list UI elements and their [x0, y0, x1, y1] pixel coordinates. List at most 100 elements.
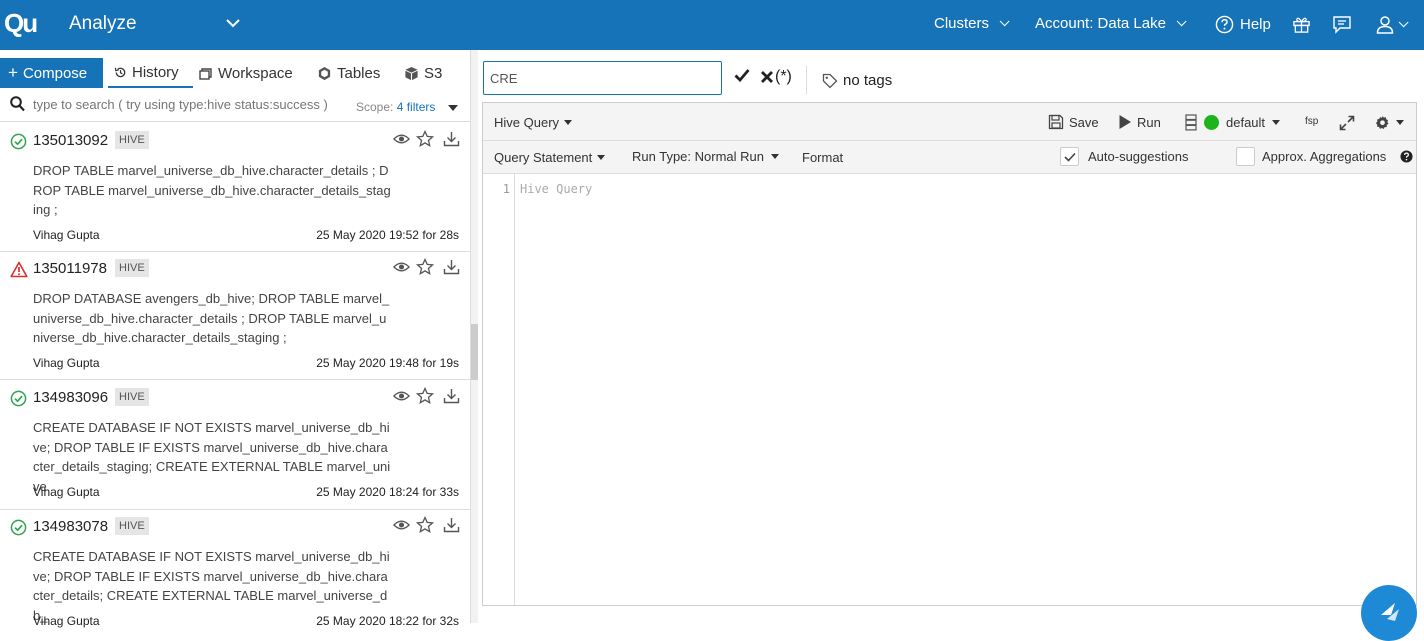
gear-icon — [1375, 115, 1389, 129]
tab-tables[interactable]: Tables — [317, 58, 380, 88]
plus-icon: + — [8, 63, 18, 82]
checkbox-unchecked-icon — [1236, 147, 1255, 166]
account-menu[interactable]: Account: Data Lake — [1035, 15, 1187, 32]
chat-support-button[interactable] — [1361, 585, 1417, 641]
editor-panel: (*) no tags Hive Query Save Run default — [478, 50, 1424, 623]
cluster-dropdown[interactable]: default — [1185, 114, 1281, 131]
code-editor-placeholder[interactable]: Hive Query — [520, 182, 592, 196]
query-author: Vihag Gupta — [33, 485, 100, 499]
feedback-icon[interactable] — [1332, 15, 1352, 37]
clusters-label: Clusters — [934, 15, 990, 32]
tab-workspace[interactable]: Workspace — [199, 58, 293, 88]
qubole-logo[interactable]: Qu — [4, 8, 40, 38]
history-item[interactable]: 135013092 HIVE DROP TABLE marvel_univers… — [0, 124, 470, 252]
approx-aggregations-checkbox[interactable]: Approx. Aggregations — [1236, 147, 1386, 166]
help-link[interactable]: Help — [1215, 15, 1271, 34]
query-text: DROP DATABASE avengers_db_hive; DROP TAB… — [33, 291, 390, 345]
star-icon[interactable] — [415, 129, 435, 151]
query-author: Vihag Gupta — [33, 614, 100, 628]
auto-suggestions-checkbox[interactable]: Auto-suggestions — [1060, 147, 1188, 166]
tab-history[interactable]: History — [108, 58, 193, 88]
scope-filter: Scope: 4 filters — [356, 100, 435, 114]
success-check-icon — [10, 390, 27, 410]
history-search-input[interactable] — [33, 97, 343, 112]
star-icon[interactable] — [415, 515, 435, 537]
search-icon — [10, 96, 25, 115]
scope-dropdown-caret-icon[interactable] — [448, 105, 458, 111]
help-label: Help — [1240, 16, 1271, 33]
line-number: 1 — [502, 182, 510, 196]
caret-down-icon — [564, 120, 573, 125]
line-number-gutter: 1 — [483, 174, 515, 605]
left-panel: + Compose History Workspace Tables S3 Sc… — [0, 50, 470, 628]
workspace-icon — [199, 67, 212, 80]
tag-icon — [822, 73, 838, 88]
download-icon[interactable] — [443, 131, 460, 150]
cancel-title-button[interactable]: (*) — [760, 68, 792, 86]
eye-icon[interactable] — [393, 260, 410, 277]
play-icon — [1119, 115, 1131, 129]
caret-down-icon — [1272, 120, 1281, 125]
clusters-menu[interactable]: Clusters — [934, 15, 1010, 32]
run-label: Run — [1137, 114, 1161, 130]
save-label: Save — [1069, 114, 1099, 130]
info-help-icon[interactable] — [1400, 150, 1413, 166]
history-icon — [114, 67, 126, 77]
download-icon[interactable] — [443, 259, 460, 278]
query-id[interactable]: 134983096 — [33, 389, 108, 406]
success-check-icon — [10, 519, 27, 539]
query-id[interactable]: 135011978 — [33, 260, 107, 277]
query-editor-box: Hive Query Save Run default fsp Query St… — [482, 102, 1417, 606]
tags-button[interactable]: no tags — [822, 72, 892, 89]
auto-suggestions-label: Auto-suggestions — [1088, 149, 1189, 164]
star-icon[interactable] — [415, 386, 435, 408]
server-icon — [1185, 114, 1197, 131]
query-id[interactable]: 134983078 — [33, 518, 108, 535]
query-type-dropdown[interactable]: Hive Query — [494, 115, 573, 130]
app-title[interactable]: Analyze — [69, 13, 137, 35]
tab-s3[interactable]: S3 — [404, 58, 442, 88]
caret-down-icon — [771, 154, 779, 159]
query-statement-label: Query Statement — [494, 150, 593, 165]
eye-icon[interactable] — [393, 518, 410, 535]
history-item[interactable]: 134983096 HIVE CREATE DATABASE IF NOT EX… — [0, 380, 470, 510]
save-icon — [1048, 114, 1064, 130]
download-icon[interactable] — [443, 517, 460, 536]
download-icon[interactable] — [443, 388, 460, 407]
cancel-title-label: (*) — [775, 68, 792, 85]
query-statement-dropdown[interactable]: Query Statement — [494, 150, 606, 165]
history-item[interactable]: 135011978 HIVE DROP DATABASE avengers_db… — [0, 252, 470, 380]
query-text: DROP TABLE marvel_universe_db_hive.chara… — [33, 163, 391, 217]
save-button[interactable]: Save — [1048, 114, 1099, 130]
query-title-input[interactable] — [483, 61, 722, 95]
query-author: Vihag Gupta — [33, 228, 100, 242]
splitter-grip[interactable] — [471, 324, 478, 380]
chevron-down-icon — [1176, 16, 1187, 27]
settings-dropdown[interactable] — [1375, 115, 1404, 130]
eye-icon[interactable] — [393, 132, 410, 149]
confirm-check-icon[interactable] — [734, 68, 750, 85]
format-button[interactable]: Format — [802, 150, 843, 165]
query-time: 25 May 2020 18:24 for 33s — [316, 485, 459, 499]
s3-label: S3 — [424, 64, 443, 82]
user-menu[interactable] — [1376, 15, 1409, 34]
star-icon[interactable] — [415, 257, 435, 279]
cluster-label: default — [1226, 115, 1266, 130]
scope-filters-link[interactable]: 4 filters — [397, 100, 436, 114]
gift-icon[interactable] — [1292, 15, 1311, 37]
scope-label: Scope: — [356, 100, 394, 114]
panel-splitter[interactable] — [470, 50, 478, 623]
app-switcher-chevron-icon[interactable] — [225, 14, 241, 37]
run-type-dropdown[interactable]: Run Type: Normal Run — [632, 149, 779, 164]
editor-toolbar: Hive Query Save Run default fsp — [483, 103, 1416, 141]
query-id[interactable]: 135013092 — [33, 132, 108, 149]
run-button[interactable]: Run — [1118, 114, 1161, 130]
account-label: Account: Data Lake — [1035, 15, 1166, 32]
expand-icon[interactable] — [1339, 115, 1355, 134]
compose-button[interactable]: + Compose — [0, 58, 103, 88]
eye-icon[interactable] — [393, 389, 410, 406]
fsp-button[interactable]: fsp — [1305, 116, 1318, 127]
workspace-label: Workspace — [218, 64, 293, 82]
history-item[interactable]: 134983078 HIVE CREATE DATABASE IF NOT EX… — [0, 510, 470, 640]
success-check-icon — [10, 133, 27, 153]
